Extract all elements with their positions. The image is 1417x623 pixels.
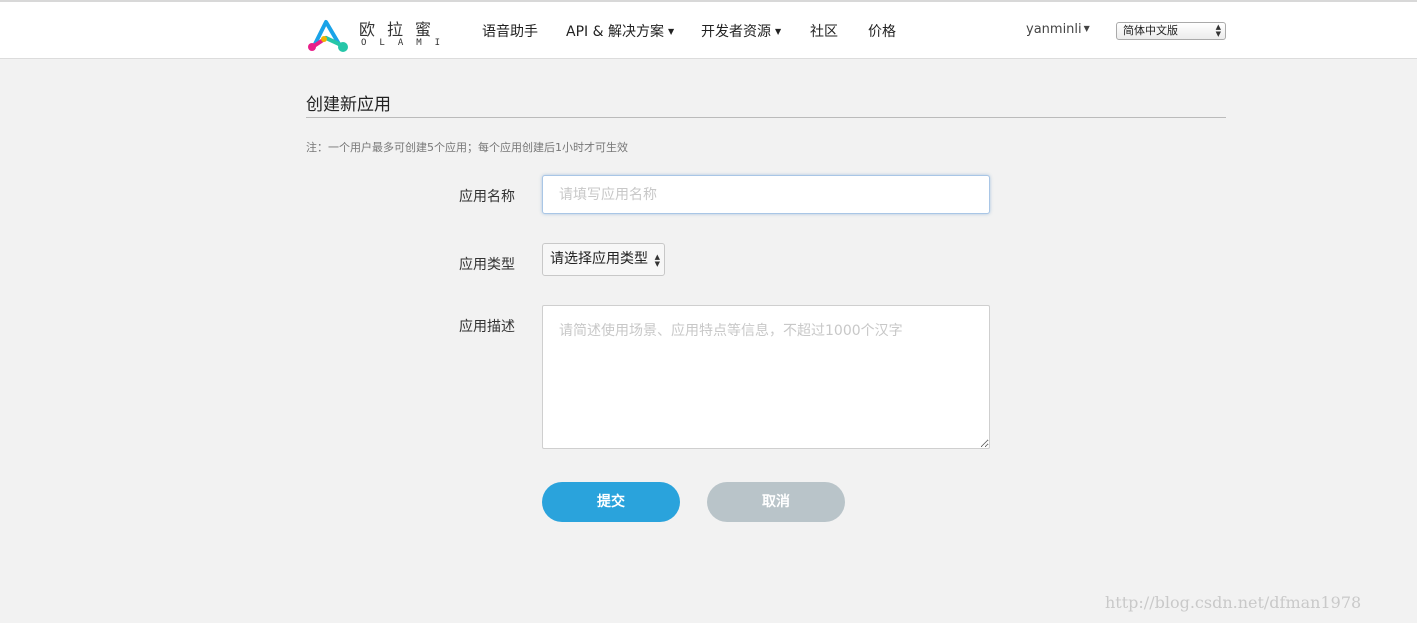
page-title: 创建新应用 xyxy=(306,95,391,115)
app-desc-label: 应用描述 xyxy=(459,319,515,335)
language-selected: 简体中文版 xyxy=(1123,24,1178,37)
page-note: 注：一个用户最多可创建5个应用；每个应用创建后1小时才可生效 xyxy=(306,141,628,154)
nav-item-api-solutions[interactable]: API & 解决方案 ▼ xyxy=(566,21,674,41)
nav-label: 开发者资源 xyxy=(701,24,771,40)
select-arrows-icon: ▲ ▼ xyxy=(1215,23,1221,38)
top-navbar: 欧拉蜜 OLAMI 语音助手 API & 解决方案 ▼ 开发者资源 ▼ 社区 价格 … xyxy=(0,0,1417,59)
submit-button[interactable]: 提交 xyxy=(542,482,680,522)
app-type-select[interactable]: 请选择应用类型 ▲ ▼ xyxy=(542,243,665,276)
nav-label: 语音助手 xyxy=(482,24,538,40)
app-type-label: 应用类型 xyxy=(459,257,515,273)
olami-logo[interactable]: 欧拉蜜 OLAMI xyxy=(306,14,451,54)
language-select[interactable]: 简体中文版 ▲ ▼ xyxy=(1116,22,1226,40)
caret-down-icon: ▼ xyxy=(667,27,675,36)
select-arrows-icon: ▲ ▼ xyxy=(654,253,660,268)
logo-text-en: OLAMI xyxy=(361,38,454,48)
watermark: http://blog.csdn.net/dfman1978 xyxy=(1105,593,1362,612)
logo-text-cn: 欧拉蜜 xyxy=(359,20,444,39)
user-menu[interactable]: yanminli ▼ xyxy=(1026,22,1090,37)
app-type-selected: 请选择应用类型 xyxy=(550,251,648,267)
nav-item-pricing[interactable]: 价格 xyxy=(868,21,896,41)
username: yanminli xyxy=(1026,22,1082,37)
nav-label: 价格 xyxy=(868,24,896,40)
app-desc-textarea[interactable] xyxy=(542,305,990,449)
app-name-label: 应用名称 xyxy=(459,189,515,205)
nav-item-developer-resources[interactable]: 开发者资源 ▼ xyxy=(701,21,781,41)
nav-item-community[interactable]: 社区 xyxy=(810,21,838,41)
olami-logo-icon xyxy=(308,20,348,52)
caret-down-icon: ▼ xyxy=(775,27,782,36)
app-name-input[interactable] xyxy=(542,175,990,214)
cancel-button[interactable]: 取消 xyxy=(707,482,845,522)
caret-down-icon: ▼ xyxy=(1083,24,1090,33)
title-divider xyxy=(306,117,1226,118)
nav-label: 社区 xyxy=(810,24,838,40)
nav-item-voice-assistant[interactable]: 语音助手 xyxy=(482,21,538,41)
nav-label: API & 解决方案 xyxy=(566,24,664,40)
